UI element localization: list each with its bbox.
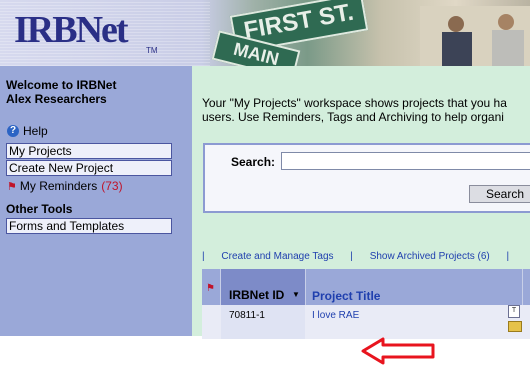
my-reminders-link[interactable]: ⚑ My Reminders (73) [7, 179, 123, 193]
sort-down-icon[interactable]: ▼ [292, 290, 300, 299]
create-manage-tags-link[interactable]: Create and Manage Tags [221, 251, 333, 262]
flag-icon: ⚑ [7, 180, 17, 193]
reminders-count: (73) [101, 179, 123, 193]
search-panel: Search: Search [203, 143, 530, 213]
intro-line-2: users. Use Reminders, Tags and Archiving… [202, 110, 504, 124]
separator: | [350, 251, 353, 262]
irbnet-id-value: 70811-1 [229, 310, 265, 321]
folder-icon[interactable] [508, 321, 522, 332]
table-header: ⚑ IRBNet ID ▼ Project Title [202, 269, 530, 305]
search-label: Search: [231, 155, 276, 169]
search-button[interactable]: Search [469, 185, 530, 203]
header-irbnet-id[interactable]: IRBNet ID ▼ [221, 269, 306, 305]
nav-my-projects[interactable]: My Projects [6, 143, 172, 159]
cell-irbnet-id: 70811-1 [221, 305, 305, 339]
search-input[interactable] [281, 152, 530, 170]
nav-forms-and-templates[interactable]: Forms and Templates [6, 218, 172, 234]
project-title-link[interactable]: I love RAE [312, 310, 359, 321]
irbnet-logo[interactable]: IRBNet [14, 8, 129, 52]
reminders-label: My Reminders [19, 179, 98, 193]
separator: | [506, 251, 510, 262]
header-project-title[interactable]: Project Title [312, 289, 380, 303]
projects-table: ⚑ IRBNet ID ▼ Project Title 70811-1 I lo… [202, 269, 530, 339]
help-label: Help [23, 124, 48, 138]
header-extra-column [522, 269, 530, 305]
main-content: Your "My Projects" workspace shows proje… [192, 66, 530, 365]
separator: | [202, 251, 205, 262]
user-name: Alex Researchers [6, 92, 107, 106]
show-archived-projects-link[interactable]: Show Archived Projects (6) [370, 251, 490, 262]
other-tools-heading: Other Tools [6, 202, 73, 216]
nav-create-new-project[interactable]: Create New Project [6, 160, 172, 176]
table-row[interactable]: 70811-1 I love RAE [202, 305, 530, 339]
project-links-bar: | Create and Manage Tags | Show Archived… [202, 251, 509, 262]
header-irbnet-id-label: IRBNet ID [229, 288, 285, 302]
trademark-mark: TM [146, 46, 158, 55]
arrow-left-annotation [361, 337, 435, 365]
intro-line-1: Your "My Projects" workspace shows proje… [202, 96, 507, 110]
header-banner: IRBNet TM FIRST ST. MAIN [0, 0, 530, 66]
intro-text: Your "My Projects" workspace shows proje… [202, 96, 530, 124]
sidebar: Welcome to IRBNet Alex Researchers ? Hel… [0, 66, 192, 336]
flag-icon: ⚑ [206, 283, 215, 294]
banner-photo-people [420, 6, 530, 66]
t-tag-icon[interactable]: T [508, 305, 520, 318]
header-flag-column[interactable]: ⚑ [202, 269, 221, 305]
question-circle-icon: ? [7, 125, 19, 137]
welcome-text: Welcome to IRBNet Alex Researchers [6, 78, 116, 106]
help-link[interactable]: ? Help [7, 124, 48, 138]
welcome-title: Welcome to IRBNet [6, 78, 117, 92]
